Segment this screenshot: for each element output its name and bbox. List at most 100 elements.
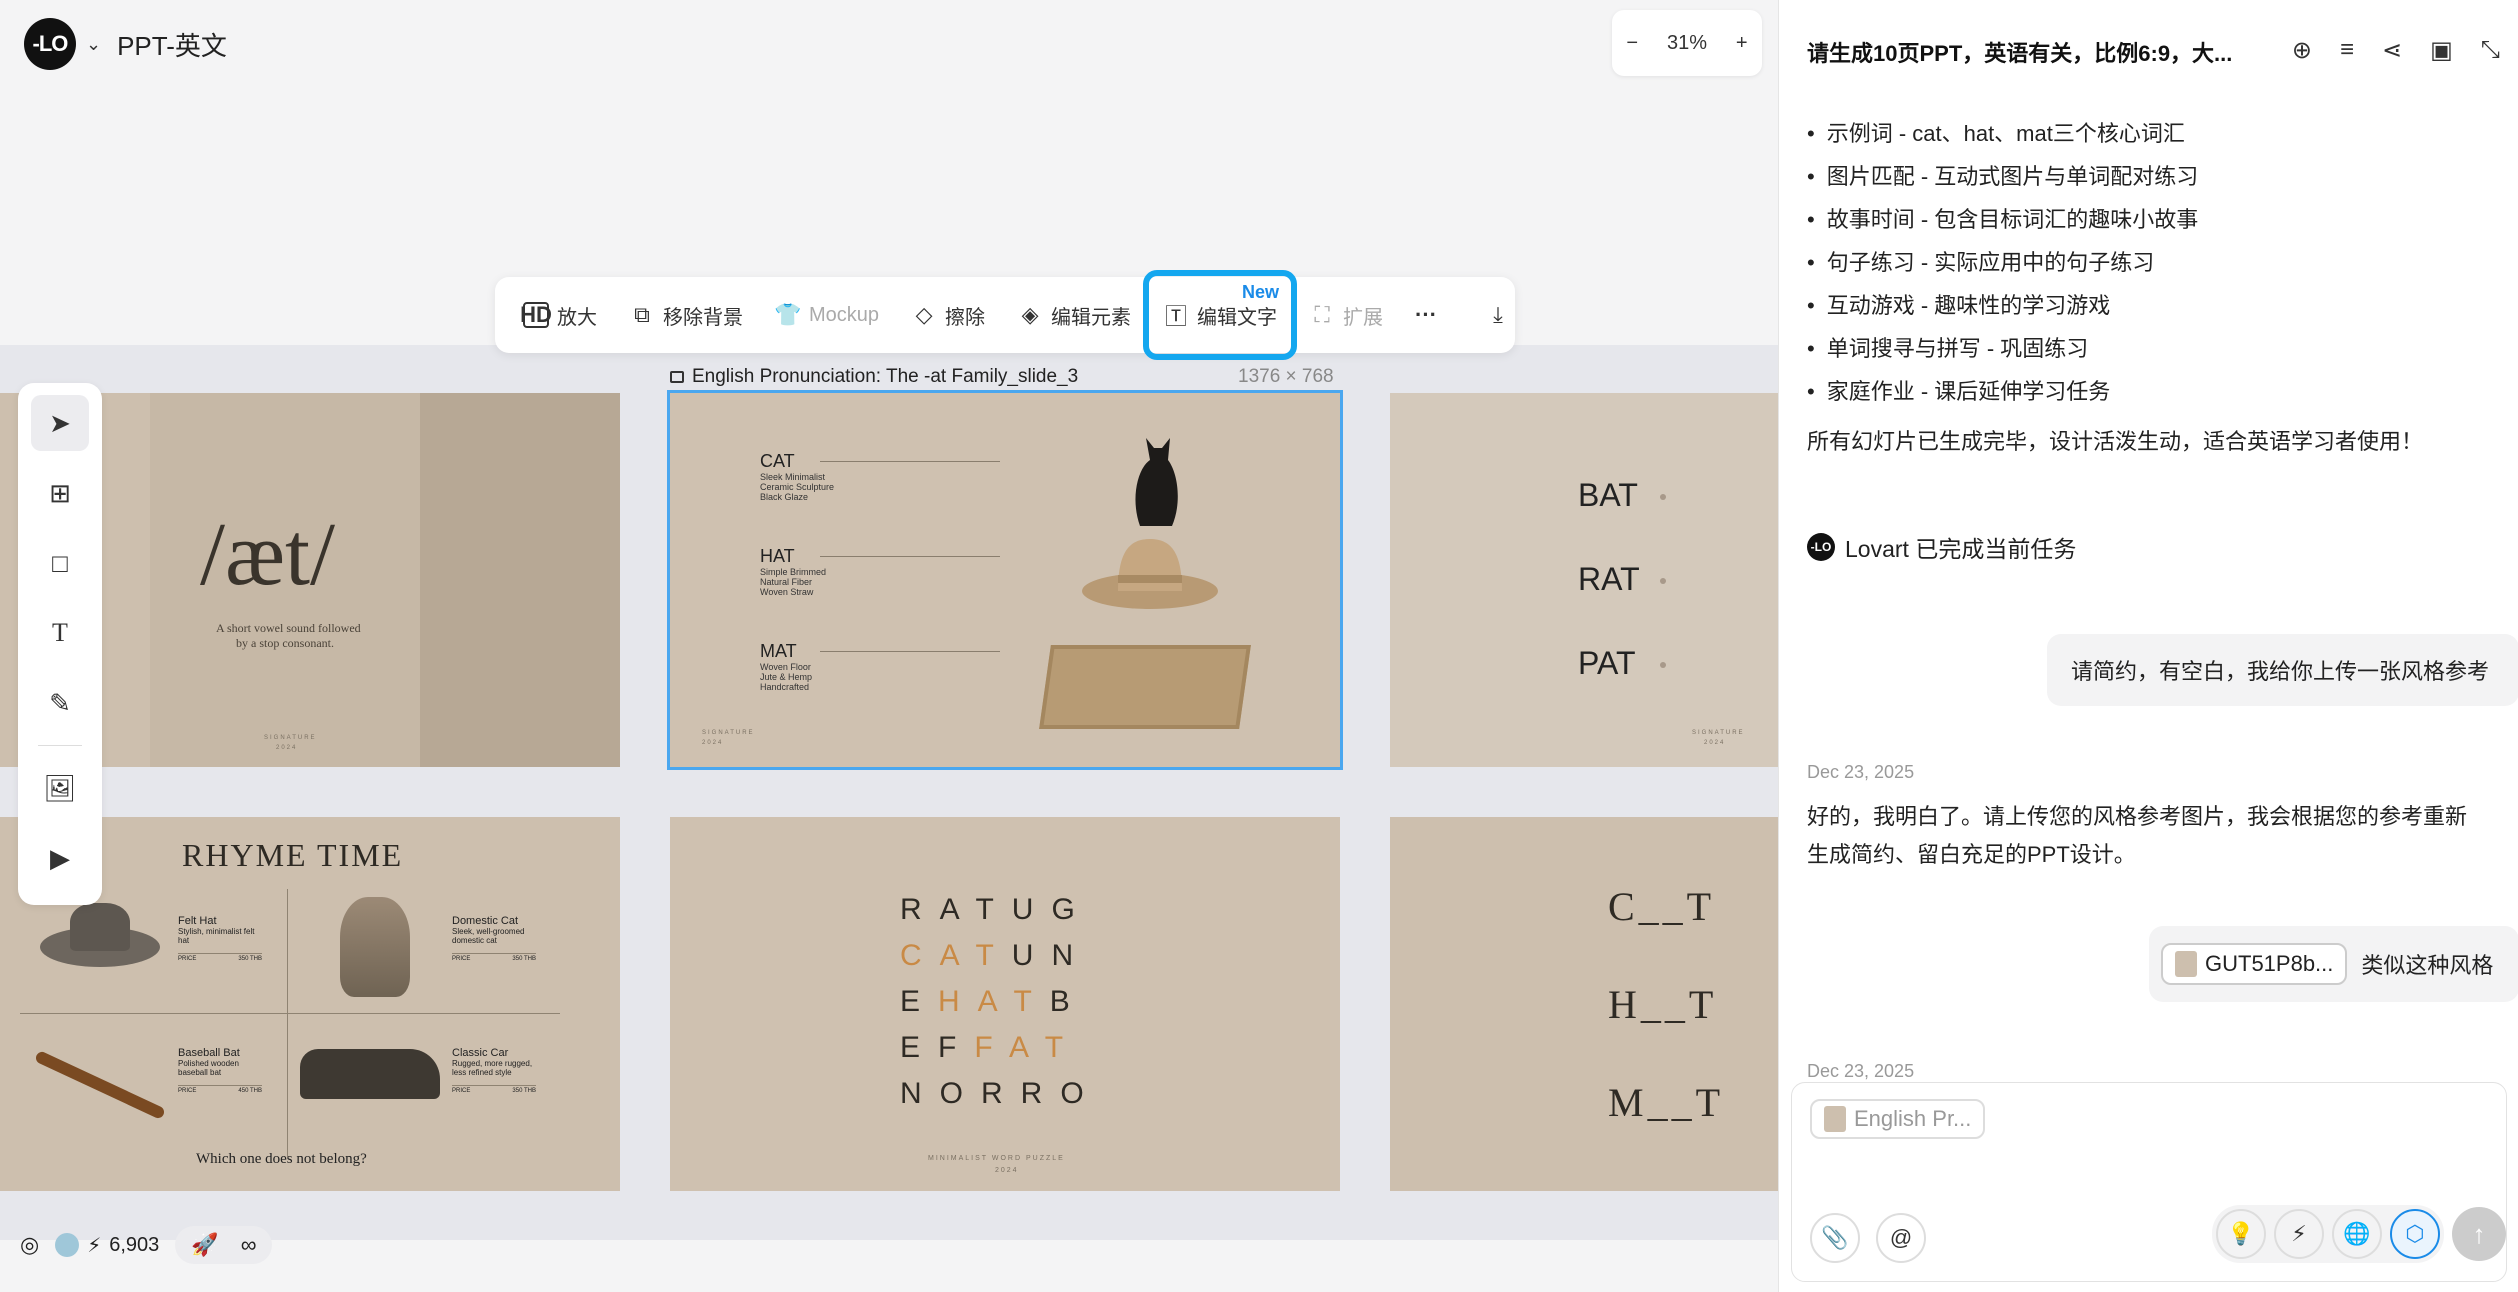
list-item: 互动游戏 - 趣味性的学习游戏 [1807,284,2198,327]
credits[interactable]: ⚡ 6,903 [55,1233,159,1258]
download-button[interactable]: ⤓ [1471,287,1525,343]
note-icon[interactable]: ▣ [2430,36,2453,65]
q-desc: Polished wooden baseball bat [178,1059,239,1077]
mockup-button[interactable]: 👕 Mockup [761,287,893,343]
context-chip-label: English Pr... [1854,1106,1972,1131]
blank-row-2: H__T [1608,982,1718,1027]
text-edit-icon: 🅃 [1165,304,1188,329]
infinity-icon[interactable]: ∞ [241,1232,257,1258]
slide-3-footer1: SIGNATURE [1692,730,1745,736]
input-right-actions: 💡 ⚡ 🌐 ⬡ ↑ [2212,1205,2506,1263]
canvas[interactable]: -LO ⌄ PPT-英文 − 31% + /æt/ A short vowel … [0,0,1778,1292]
history-icon[interactable]: ≡ [2340,36,2354,65]
word-bat: BAT [1578,477,1638,513]
input-left-actions: 📎 @ [1810,1213,1926,1263]
q-name: Domestic Cat [452,915,519,927]
edit-text-button[interactable]: 🅃 编辑文字 New [1143,270,1298,360]
collapse-icon[interactable]: ⤡ [2481,36,2500,65]
q-desc: Stylish, minimalist felt hat [178,927,255,945]
word-rat: RAT [1578,561,1640,597]
logo[interactable]: -LO [24,18,76,70]
chevron-down-icon[interactable]: ⌄ [86,34,101,55]
project-title[interactable]: PPT-英文 [117,26,227,63]
image-cut-icon: ⧉ [634,302,650,327]
rocket-icon[interactable]: 🚀 [191,1232,218,1258]
arrow-up-icon: ↑ [2472,1218,2486,1249]
message-date-1: Dec 23, 2025 [1807,762,1915,782]
chat-input[interactable]: English Pr... 📎 @ 💡 ⚡ 🌐 ⬡ ↑ [1791,1082,2507,1282]
q2: Domestic Cat Sleek, well-groomed domesti… [452,915,536,962]
slide-1-footer1: SIGNATURE [264,735,317,741]
selected-slide-name: English Pronunciation: The -at Family_sl… [692,366,1079,387]
upscale-label: 放大 [557,306,597,329]
select-tool[interactable]: ➤ [31,395,89,451]
left-toolbar: ➤ ⊞ □ T ✎ 🖼 ▶ [18,383,102,905]
user-message-1-text: 请简约，有空白，我给你上传一张风格参考 [2071,659,2490,684]
send-button[interactable]: ↑ [2452,1207,2506,1261]
expand-label: 扩展 [1343,306,1384,329]
remove-bg-label: 移除背景 [663,306,743,329]
q3: Baseball Bat Polished wooden baseball ba… [178,1047,262,1094]
pen-tool[interactable]: ✎ [31,675,89,731]
slide-1-footer2: 2024 [276,745,298,751]
q-desc: Rugged, more rugged, less refined style [452,1059,533,1077]
item-desc: Sleek Minimalist [760,472,826,482]
image-plus-icon: 🖼 [43,772,77,803]
done-text: 所有幻灯片已生成完毕，设计活泼生动，适合英语学习者使用！ [1807,429,2424,454]
shape-tool[interactable]: □ [31,535,89,591]
add-frame-tool[interactable]: ⊞ [31,465,89,521]
more-button[interactable]: ··· [1401,287,1451,343]
blank-row-3: M__T [1608,1080,1724,1125]
selected-slide-label: English Pronunciation: The -at Family_sl… [670,366,1078,388]
zoom-out-button[interactable]: − [1626,32,1638,55]
edit-elements-button[interactable]: ◈ 编辑元素 [1003,287,1145,343]
new-chat-icon[interactable]: ⊕ [2292,36,2312,65]
erase-button[interactable]: ◇ 擦除 [897,287,999,343]
slide-3[interactable]: BAT RAT PAT SIGNATURE 2024 [1390,393,1778,767]
project-header: -LO ⌄ PPT-英文 [24,18,227,70]
layers-icon[interactable]: ◎ [20,1232,39,1258]
slide-2[interactable]: CAT Sleek Minimalist Ceramic Sculpture B… [667,390,1343,770]
hd-icon: HD [520,302,552,328]
slide-2-line [820,651,1000,652]
mockup-label: Mockup [809,303,880,326]
slide-4-question: Which one does not belong? [196,1151,367,1167]
puzzle-row-3: EHATB [900,985,1088,1018]
edit-text-label: 编辑文字 [1197,306,1278,329]
slide-3-footer2: 2024 [1704,740,1726,746]
dot [1660,578,1666,584]
slide-6[interactable]: C__T H__T M__T [1390,817,1778,1191]
remove-background-button[interactable]: ⧉ 移除背景 [615,287,757,343]
idea-button[interactable]: 💡 [2216,1209,2266,1259]
q-price-row: PRICE 350 THB [452,953,536,962]
mention-button[interactable]: @ [1876,1213,1926,1263]
new-badge: New [1242,282,1280,302]
cursor-icon: ➤ [49,407,71,438]
slide-1-sub1: A short vowel sound followed [216,621,361,635]
fast-button[interactable]: ⚡ [2274,1209,2324,1259]
text-tool[interactable]: T [31,605,89,661]
upscale-button[interactable]: HD 放大 [509,287,611,343]
slide-5[interactable]: RATUG CATUN EHATB EFFAT NORRO MINIMALIST… [670,817,1340,1191]
attach-button[interactable]: 📎 [1810,1213,1860,1263]
zoom-in-button[interactable]: + [1736,32,1748,55]
attachment-chip[interactable]: GUT51P8b... [2161,943,2348,985]
image-generate-tool[interactable]: 🖼 [31,760,89,816]
model-button[interactable]: ⬡ [2390,1209,2440,1259]
context-chip[interactable]: English Pr... [1810,1099,1986,1139]
q-name: Felt Hat [178,915,217,927]
zoom-level[interactable]: 31% [1667,32,1707,55]
web-button[interactable]: 🌐 [2332,1209,2382,1259]
shirt-icon: 👕 [774,302,802,327]
slide-2-footer2: 2024 [702,740,724,746]
expand-button[interactable]: ⛶ 扩展 [1295,287,1397,343]
puzzle-row-5: NORRO [900,1077,1102,1110]
zoom-control: − 31% + [1612,10,1762,76]
divider-h [20,1013,560,1014]
share-icon[interactable]: ⋖ [2382,36,2402,65]
hat-figure [1082,539,1218,609]
slide-1-sub2: by a stop consonant. [236,636,334,650]
video-generate-tool[interactable]: ▶ [31,830,89,886]
user-message-1: 请简约，有空白，我给你上传一张风格参考 [2047,634,2518,706]
puzzle-row-1: RATUG [900,893,1093,926]
